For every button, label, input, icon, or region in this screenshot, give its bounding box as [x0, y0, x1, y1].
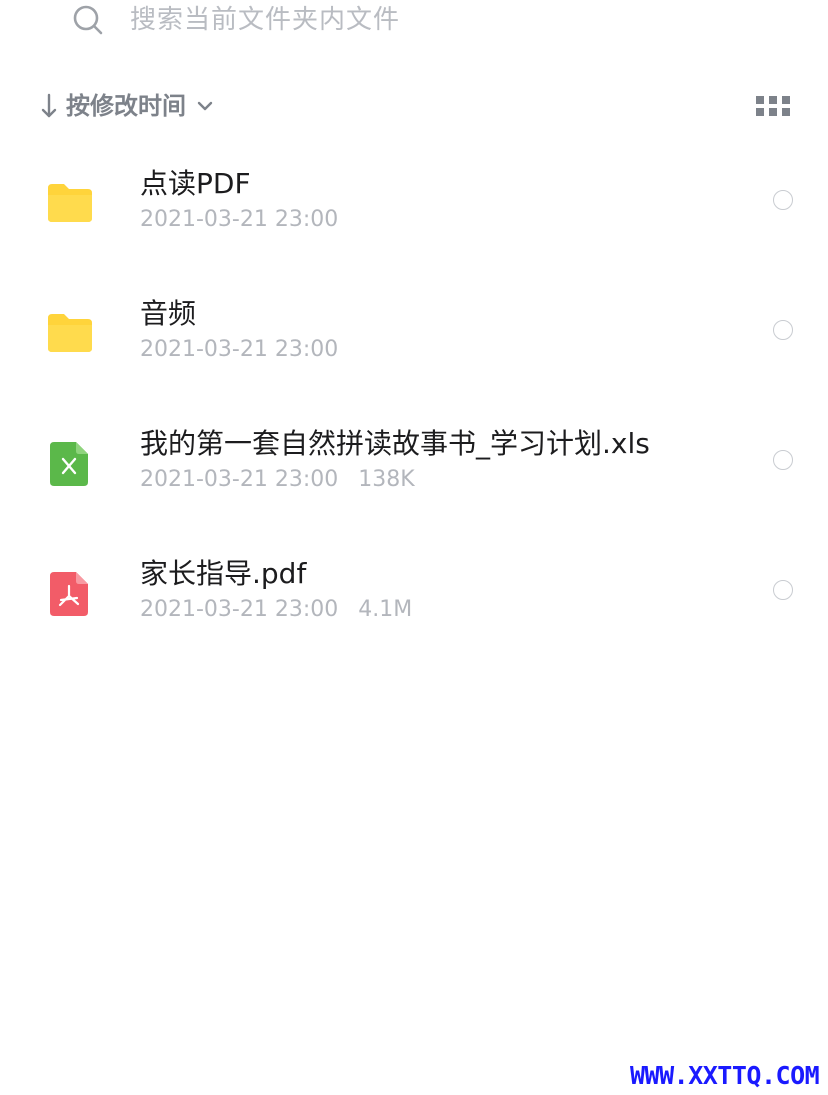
chevron-down-icon — [197, 101, 213, 111]
file-date: 2021-03-21 23:00 — [140, 207, 339, 232]
search-input[interactable]: 搜索当前文件夹内文件 — [130, 2, 400, 38]
file-date: 2021-03-21 23:00 — [140, 467, 339, 492]
file-list: 点读PDF 2021-03-21 23:00 音频 2021-03-21 23:… — [0, 136, 828, 656]
search-bar[interactable]: 搜索当前文件夹内文件 — [0, 0, 828, 44]
sort-bar: 按修改时间 — [0, 84, 828, 128]
file-size: 138K — [358, 467, 415, 492]
file-name: 音频 — [140, 297, 197, 330]
grid-view-icon[interactable] — [756, 96, 790, 116]
file-row-folder-audio[interactable]: 音频 2021-03-21 23:00 — [0, 266, 828, 396]
file-size: 4.1M — [358, 597, 413, 622]
folder-icon — [48, 314, 92, 352]
file-date: 2021-03-21 23:00 — [140, 337, 339, 362]
select-checkbox[interactable] — [773, 580, 793, 600]
sort-label: 按修改时间 — [66, 92, 186, 120]
watermark: WWW.XXTTQ.COM — [630, 1061, 820, 1090]
select-checkbox[interactable] — [773, 450, 793, 470]
file-date: 2021-03-21 23:00 — [140, 597, 339, 622]
file-meta: 2021-03-21 23:00 4.1M — [140, 594, 412, 626]
file-row-pdf[interactable]: 家长指导.pdf 2021-03-21 23:00 4.1M — [0, 526, 828, 656]
arrow-down-icon — [41, 93, 57, 118]
folder-icon — [48, 184, 92, 222]
select-checkbox[interactable] — [773, 320, 793, 340]
file-meta: 2021-03-21 23:00 — [140, 334, 338, 366]
file-row-xls[interactable]: 我的第一套自然拼读故事书_学习计划.xls 2021-03-21 23:00 13… — [0, 396, 828, 526]
file-meta: 2021-03-21 23:00 138K — [140, 464, 415, 496]
file-meta: 2021-03-21 23:00 — [140, 204, 338, 236]
file-name: 我的第一套自然拼读故事书_学习计划.xls — [140, 427, 650, 460]
select-checkbox[interactable] — [773, 190, 793, 210]
file-row-folder-pdf[interactable]: 点读PDF 2021-03-21 23:00 — [0, 136, 828, 266]
file-name: 家长指导.pdf — [140, 557, 307, 590]
sort-by-modified-time-dropdown[interactable]: 按修改时间 — [40, 88, 214, 124]
excel-file-icon — [50, 442, 88, 486]
pdf-file-icon — [50, 572, 88, 616]
file-name: 点读PDF — [140, 167, 251, 200]
search-icon — [73, 5, 103, 35]
